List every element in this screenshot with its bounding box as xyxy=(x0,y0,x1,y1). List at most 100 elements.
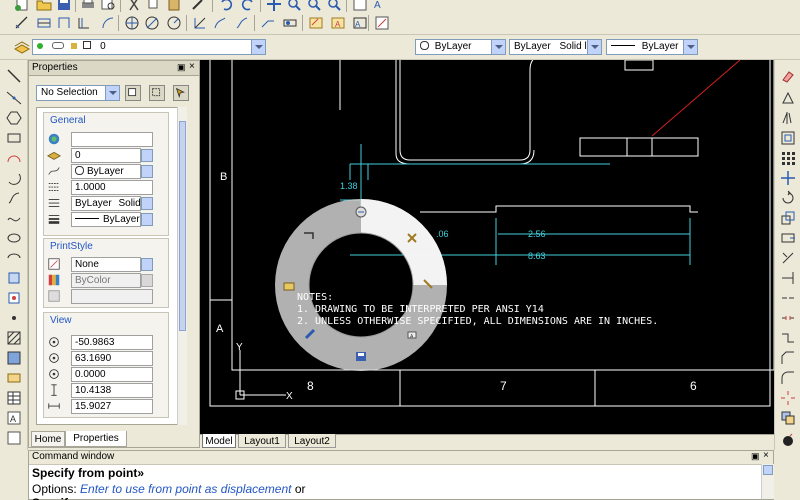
drawing-canvas[interactable]: B A 8 7 6 1.38 .06 2.56 8.63 Y X A NOTES… xyxy=(200,60,774,434)
arc-icon[interactable] xyxy=(6,150,22,166)
auto-hide-icon[interactable]: ▣ xyxy=(177,62,186,73)
layer-field[interactable]: 0 xyxy=(71,148,141,163)
center-mark-icon[interactable] xyxy=(124,15,140,31)
properties-scrollbar[interactable] xyxy=(177,107,187,425)
walk-wheel-icon[interactable] xyxy=(283,282,295,291)
linetype-scale-field[interactable]: 1.0000 xyxy=(71,180,153,195)
option-link[interactable]: Enter to use from point as displacement xyxy=(80,482,291,496)
explode-icon[interactable] xyxy=(780,390,796,406)
properties-icon[interactable] xyxy=(352,0,368,12)
match-properties-icon[interactable] xyxy=(190,0,206,12)
trim-icon[interactable] xyxy=(780,250,796,266)
erase-icon[interactable] xyxy=(780,68,796,84)
close-icon[interactable]: × xyxy=(189,61,195,72)
ellipse-icon[interactable] xyxy=(6,230,22,246)
text-style-icon[interactable]: A xyxy=(372,0,388,12)
select-objects-button[interactable] xyxy=(149,85,165,101)
close-icon[interactable]: × xyxy=(763,450,769,461)
aligned-dimension-icon[interactable] xyxy=(36,15,52,31)
scale-icon[interactable] xyxy=(780,210,796,226)
chamfer-icon[interactable] xyxy=(780,350,796,366)
arc-dimension-icon[interactable] xyxy=(56,15,72,31)
make-block-icon[interactable] xyxy=(6,290,22,306)
chevron-down-icon[interactable] xyxy=(251,40,265,54)
orbit-icon[interactable] xyxy=(355,206,367,218)
chevron-down-icon[interactable] xyxy=(105,86,119,100)
redo-icon[interactable] xyxy=(240,0,256,12)
new-file-icon[interactable] xyxy=(14,0,30,12)
zoom-previous-icon[interactable] xyxy=(326,0,342,12)
quick-select-button[interactable] xyxy=(173,85,189,101)
continue-dimension-icon[interactable] xyxy=(234,15,250,31)
auto-hide-icon[interactable]: ▣ xyxy=(751,451,760,462)
command-title-bar[interactable]: Command window ▣ × xyxy=(29,450,773,465)
chevron-down-icon[interactable] xyxy=(587,40,601,54)
rotate-icon[interactable] xyxy=(780,190,796,206)
point-icon[interactable] xyxy=(6,310,22,326)
lineweight-field[interactable]: ByLayer xyxy=(71,212,141,227)
fillet-icon[interactable] xyxy=(780,370,796,386)
bomb-icon[interactable] xyxy=(780,432,796,448)
zoom-realtime-icon[interactable] xyxy=(286,0,302,12)
save-icon[interactable] xyxy=(56,0,72,12)
hatch-icon[interactable] xyxy=(6,330,22,346)
center-y-field[interactable]: 63.1690 xyxy=(71,351,153,366)
dimension-text-edit-icon[interactable]: A xyxy=(330,15,346,31)
break-at-point-icon[interactable] xyxy=(780,290,796,306)
line-icon[interactable] xyxy=(6,68,22,84)
plot-style-table-field[interactable]: None xyxy=(71,257,141,272)
join-icon[interactable] xyxy=(780,330,796,346)
ordinate-dimension-icon[interactable] xyxy=(76,15,92,31)
undo-icon[interactable] xyxy=(218,0,234,12)
chevron-up-icon[interactable] xyxy=(763,465,773,475)
move-icon[interactable] xyxy=(780,170,796,186)
add-selected-icon[interactable] xyxy=(6,430,22,446)
command-scrollbar[interactable] xyxy=(761,464,774,499)
draw-order-icon[interactable] xyxy=(780,410,796,426)
open-file-icon[interactable] xyxy=(36,0,52,12)
zoom-window-icon[interactable] xyxy=(306,0,322,12)
leader-icon[interactable] xyxy=(260,15,276,31)
copy-object-icon[interactable] xyxy=(780,90,796,106)
extend-icon[interactable] xyxy=(780,270,796,286)
cut-icon[interactable] xyxy=(126,0,142,12)
rectangle-icon[interactable] xyxy=(6,130,22,146)
tab-properties[interactable]: Properties xyxy=(65,431,127,447)
layer-dropdown[interactable]: 0 xyxy=(32,39,266,55)
tolerance-icon[interactable] xyxy=(282,15,298,31)
scroll-thumb[interactable] xyxy=(179,121,186,331)
plot-preview-icon[interactable] xyxy=(100,0,116,12)
dimension-edit-icon[interactable] xyxy=(308,15,324,31)
copy-icon[interactable] xyxy=(146,0,162,12)
chevron-down-icon[interactable] xyxy=(141,197,153,210)
offset-icon[interactable] xyxy=(780,130,796,146)
chevron-down-icon[interactable] xyxy=(683,40,697,54)
paste-icon[interactable] xyxy=(166,0,182,12)
diameter-dimension-icon[interactable] xyxy=(144,15,160,31)
center-z-field[interactable]: 0.0000 xyxy=(71,367,153,382)
radius-dimension-icon[interactable] xyxy=(100,15,116,31)
chevron-down-icon[interactable] xyxy=(141,149,153,162)
chevron-down-icon[interactable] xyxy=(141,274,153,287)
dimension-update-icon[interactable]: A xyxy=(352,15,368,31)
linear-dimension-icon[interactable] xyxy=(14,15,30,31)
baseline-dimension-icon[interactable] xyxy=(212,15,228,31)
quick-dimension-icon[interactable] xyxy=(192,15,208,31)
linetype-dropdown[interactable]: ByLayer Solid line xyxy=(509,39,602,55)
height-field[interactable]: 10.4138 xyxy=(71,383,153,398)
toggle-pickadd-button[interactable] xyxy=(125,85,141,101)
table-icon[interactable] xyxy=(6,390,22,406)
tab-model[interactable]: Model xyxy=(202,434,236,448)
plot-color-field[interactable]: ByColor xyxy=(71,273,141,288)
construction-line-icon[interactable] xyxy=(6,90,22,106)
array-icon[interactable] xyxy=(780,150,796,166)
revision-cloud-icon[interactable] xyxy=(6,190,22,206)
steering-wheel[interactable]: A xyxy=(274,198,448,372)
pan-icon[interactable] xyxy=(266,0,282,12)
center-x-field[interactable]: -50.9863 xyxy=(71,335,153,350)
linetype-field[interactable]: ByLayer xyxy=(71,164,141,179)
chevron-down-icon[interactable] xyxy=(491,40,505,54)
tab-home[interactable]: Home xyxy=(31,431,65,447)
tab-layout2[interactable]: Layout2 xyxy=(288,434,336,448)
stretch-icon[interactable] xyxy=(780,230,796,246)
